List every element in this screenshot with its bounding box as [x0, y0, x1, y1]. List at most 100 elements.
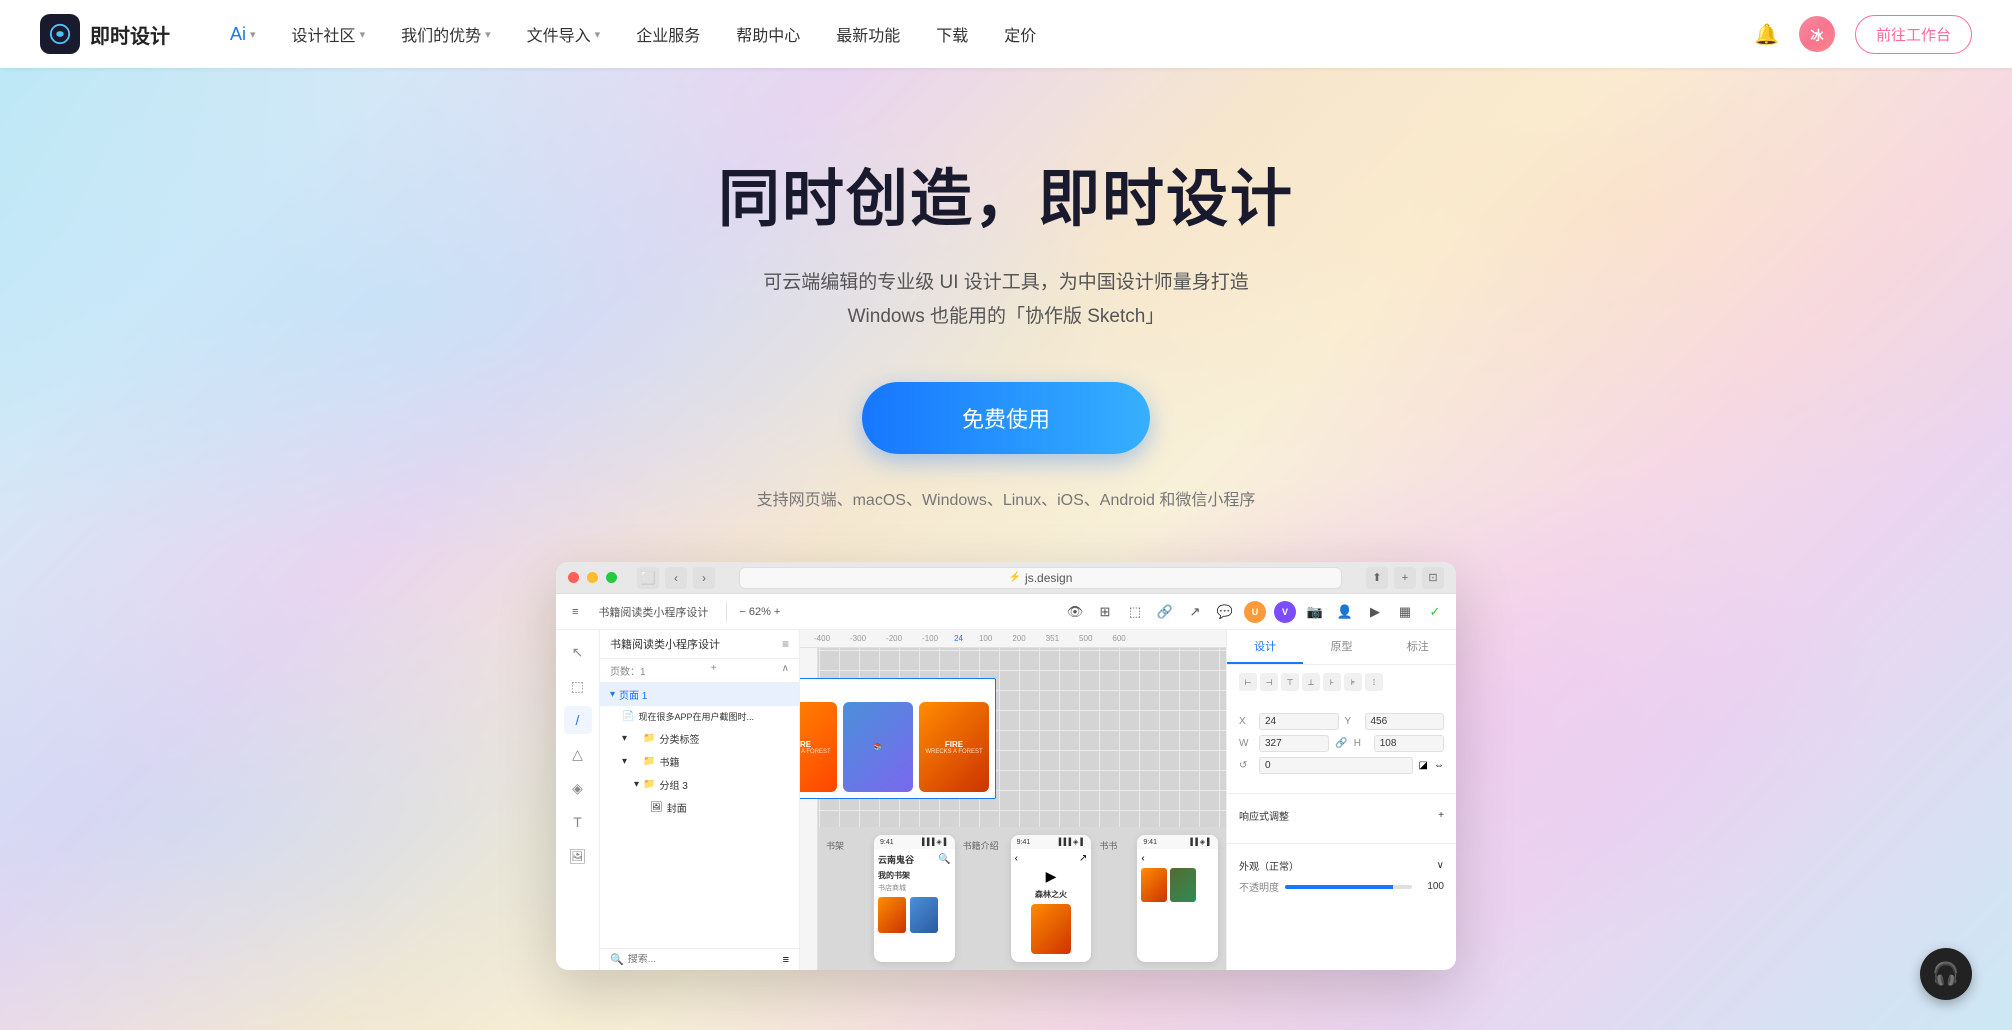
- flip-icon[interactable]: ⇔: [1434, 760, 1444, 771]
- rotation-prop-row: ↺ 0 ◪ ⇔: [1239, 757, 1444, 774]
- screen-label-1: 书架: [826, 835, 866, 962]
- rotation-value[interactable]: 0: [1259, 757, 1413, 774]
- opacity-label: 不透明度: [1239, 879, 1279, 894]
- hero-content: 同时创造，即时设计 可云端编辑的专业级 UI 设计工具，为中国设计师量身打造 W…: [718, 148, 1294, 510]
- frame-tool-icon[interactable]: ⬚: [564, 672, 592, 700]
- nav-item-new[interactable]: 最新功能: [836, 22, 900, 46]
- tab-annotate[interactable]: 标注: [1380, 630, 1456, 664]
- chevron-down-icon[interactable]: ∨: [1437, 860, 1444, 871]
- nav-logo[interactable]: 即时设计: [40, 14, 170, 54]
- nav-item-enterprise[interactable]: 企业服务: [636, 22, 700, 46]
- layer-item-2[interactable]: ▾ 📁 分类标签: [600, 727, 799, 750]
- pen-tool-icon[interactable]: /: [564, 706, 592, 734]
- project-name[interactable]: 书籍阅读类小程序设计: [592, 602, 714, 622]
- corner-icon[interactable]: ◪: [1419, 760, 1428, 771]
- play-icon[interactable]: ▶: [1364, 601, 1386, 623]
- align-left-icon[interactable]: ⊢: [1239, 673, 1257, 691]
- logo-text: 即时设计: [90, 20, 170, 49]
- align-bottom-icon[interactable]: ⊧: [1344, 673, 1362, 691]
- opacity-slider[interactable]: [1285, 885, 1412, 889]
- image-tool-icon[interactable]: 🖼: [564, 842, 592, 870]
- mobile-screen-3[interactable]: 9:41 ▐▐ ◈ ▌ ‹: [1137, 835, 1218, 962]
- tab-prototype[interactable]: 原型: [1303, 630, 1379, 664]
- community-chevron-icon: ▾: [360, 28, 366, 41]
- hero-subtitle: 可云端编辑的专业级 UI 设计工具，为中国设计师量身打造 Windows 也能用…: [718, 266, 1294, 334]
- ai-chevron-icon: ▾: [250, 28, 256, 41]
- align-top-icon[interactable]: ⊥: [1302, 673, 1320, 691]
- layer-page-1[interactable]: ▾ 页面 1: [600, 683, 799, 706]
- y-value[interactable]: 456: [1365, 713, 1445, 730]
- support-button[interactable]: 🎧: [1920, 948, 1972, 1000]
- book-card-1[interactable]: FIRE WRECKS A FOREST: [800, 702, 837, 792]
- layer-item-1[interactable]: 📄 现在很多APP在用户截图时...: [600, 706, 799, 727]
- layer-item-4[interactable]: ▾ 📁 分组 3: [600, 773, 799, 796]
- zoom-control[interactable]: − 62% +: [739, 606, 780, 618]
- collapse-icon[interactable]: ∧: [782, 663, 789, 678]
- h-value[interactable]: 108: [1374, 735, 1444, 752]
- add-responsive-icon[interactable]: +: [1438, 810, 1444, 821]
- tab-design[interactable]: 设计: [1227, 630, 1303, 664]
- select-tool-icon[interactable]: ↖: [564, 638, 592, 666]
- workspace-button[interactable]: 前往工作台: [1855, 15, 1972, 54]
- nav-item-download[interactable]: 下载: [936, 22, 968, 46]
- text-tool-icon[interactable]: T: [564, 808, 592, 836]
- x-value[interactable]: 24: [1259, 713, 1339, 730]
- w-value[interactable]: 327: [1259, 735, 1329, 752]
- nav-next-button[interactable]: ›: [693, 567, 715, 589]
- sidebar-toggle-button[interactable]: ⊡: [1422, 567, 1444, 589]
- user-icon[interactable]: 👤: [1334, 601, 1356, 623]
- status-icon[interactable]: ✓: [1424, 601, 1446, 623]
- share-button[interactable]: ⬆: [1366, 567, 1388, 589]
- frame-icon[interactable]: ⬚: [1124, 601, 1146, 623]
- opacity-value: 100: [1418, 881, 1444, 892]
- layer-item-label-4: 分组 3: [659, 777, 687, 792]
- mobile-screen-2[interactable]: 9:41 ▐▐▐ ◈ ▌ ‹ ↗ ▶: [1011, 835, 1092, 962]
- search-input[interactable]: [628, 954, 779, 965]
- nav-back-button[interactable]: ⬜: [637, 567, 659, 589]
- align-center-v-icon[interactable]: ⊦: [1323, 673, 1341, 691]
- layer-item-3[interactable]: ▾ 📁 书籍: [600, 750, 799, 773]
- traffic-light-red: [568, 572, 579, 583]
- avatar[interactable]: 冰: [1799, 16, 1835, 52]
- present-icon[interactable]: ▦: [1394, 601, 1416, 623]
- canvas-frame[interactable]: ◆ 首页 FIRE WRECKS A FOREST: [800, 678, 996, 799]
- rotation-icon: ↺: [1239, 760, 1253, 771]
- eye-icon[interactable]: 👁: [1064, 601, 1086, 623]
- mobile-screen-1[interactable]: 9:41 ▐▐▐ ◈ ▌ 云南鬼谷 🔍 我的书架 书店商城: [874, 835, 955, 962]
- nav-prev-button[interactable]: ‹: [665, 567, 687, 589]
- link-icon[interactable]: 🔗: [1154, 601, 1176, 623]
- canvas-area[interactable]: -400 -300 -200 -100 24 100 200 351 500 6…: [800, 630, 1226, 970]
- component-icon[interactable]: ◈: [564, 774, 592, 802]
- layers-search: 🔍 ≡: [600, 948, 799, 970]
- nav-item-help[interactable]: 帮助中心: [736, 22, 800, 46]
- book-card-3[interactable]: FIRE WRECKS A FOREST: [919, 702, 989, 792]
- menu-icon[interactable]: ≡: [566, 604, 584, 620]
- share-icon[interactable]: ↗: [1184, 601, 1206, 623]
- notification-bell-icon[interactable]: 🔔: [1754, 22, 1779, 47]
- layer-item-5[interactable]: 🖼 封面: [600, 796, 799, 819]
- add-tab-button[interactable]: +: [1394, 567, 1416, 589]
- nav-item-pricing[interactable]: 定价: [1004, 22, 1036, 46]
- align-center-h-icon[interactable]: ⊣: [1260, 673, 1278, 691]
- url-bar[interactable]: ⚡ js.design: [739, 567, 1342, 589]
- nav-item-import[interactable]: 文件导入 ▾: [527, 22, 601, 46]
- nav-item-community[interactable]: 设计社区 ▾: [292, 22, 366, 46]
- distribute-icon[interactable]: ⁞: [1365, 673, 1383, 691]
- url-icon: ⚡: [1009, 572, 1021, 583]
- cta-button[interactable]: 免费使用: [862, 382, 1150, 454]
- comment-icon[interactable]: 💬: [1214, 601, 1236, 623]
- layer-item-label-3: 书籍: [659, 754, 679, 769]
- add-page-icon[interactable]: +: [711, 663, 717, 678]
- hero-section: 同时创造，即时设计 可云端编辑的专业级 UI 设计工具，为中国设计师量身打造 W…: [0, 0, 2012, 1030]
- nav-item-advantage[interactable]: 我们的优势 ▾: [401, 22, 491, 46]
- link-proportions-icon[interactable]: 🔗: [1335, 738, 1347, 749]
- book-card-2[interactable]: 📚: [843, 702, 913, 792]
- nav-item-ai[interactable]: Ai ▾: [230, 24, 256, 45]
- collaborator-avatar-2: V: [1274, 601, 1296, 623]
- grid-icon[interactable]: ⊞: [1094, 601, 1116, 623]
- layers-menu-icon[interactable]: ≡: [782, 637, 789, 651]
- align-right-icon[interactable]: ⊤: [1281, 673, 1299, 691]
- shape-tool-icon[interactable]: △: [564, 740, 592, 768]
- filter-icon[interactable]: ≡: [783, 954, 789, 966]
- camera-icon[interactable]: 📷: [1304, 601, 1326, 623]
